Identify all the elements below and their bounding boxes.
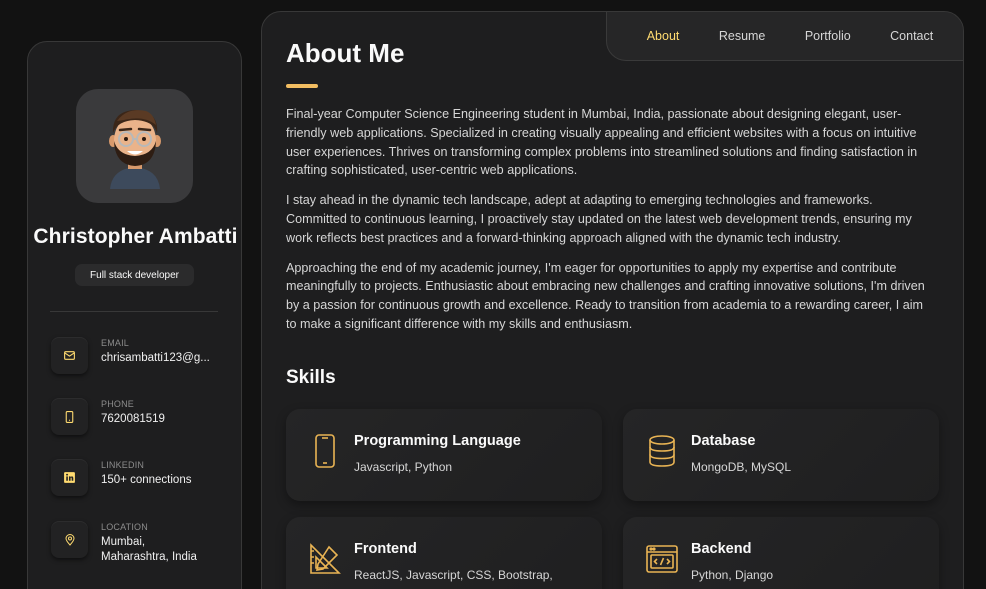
title-underline [286,84,318,88]
design-tools-icon [308,541,342,577]
skill-title: Programming Language [354,433,521,449]
main-content: About Resume Portfolio Contact About Me … [261,11,964,589]
skill-desc: Python, Django [691,568,774,582]
skill-card-backend: Backend Python, Django [623,517,939,589]
skill-desc: Javascript, Python [354,460,453,474]
nav-resume[interactable]: Resume [719,29,766,43]
skill-card-database: Database MongoDB, MySQL [623,409,939,501]
profile-name: Christopher Ambatti [33,225,238,248]
avatar [76,89,193,203]
skill-title: Database [691,433,756,449]
phone-icon [51,398,88,435]
contact-label: LINKEDIN [101,460,145,470]
location-pin-icon [51,521,88,558]
code-window-icon [645,541,679,577]
top-navbar: About Resume Portfolio Contact [606,12,963,61]
about-text: Final-year Computer Science Engineering … [286,105,936,345]
skill-title: Frontend [354,541,417,557]
nav-about[interactable]: About [647,29,680,43]
contact-location: LOCATION Mumbai, Maharashtra, India [51,521,236,563]
skill-card-frontend: Frontend ReactJS, Javascript, CSS, Boots… [286,517,602,589]
mobile-device-icon [308,433,342,469]
mail-icon [51,337,88,374]
profile-title-badge: Full stack developer [75,264,194,286]
skill-desc: ReactJS, Javascript, CSS, Bootstrap, [354,568,553,582]
memoji-avatar-icon [108,110,161,189]
skill-card-programming: Programming Language Javascript, Python [286,409,602,501]
contact-email: EMAIL chrisambatti123@g... [51,337,236,377]
contact-label: EMAIL [101,338,130,348]
database-icon [645,433,679,469]
contact-linkedin: LINKEDIN 150+ connections [51,459,236,499]
contact-phone: PHONE 7620081519 [51,398,236,438]
about-paragraph: I stay ahead in the dynamic tech landsca… [286,193,912,245]
skill-desc: MongoDB, MySQL [691,460,792,474]
about-paragraph: Final-year Computer Science Engineering … [286,107,918,178]
skills-heading: Skills [286,367,336,388]
sidebar-divider [50,311,218,312]
nav-portfolio[interactable]: Portfolio [805,29,851,43]
linkedin-icon [51,459,88,496]
linkedin-link[interactable]: 150+ connections [101,473,231,488]
contact-label: LOCATION [101,522,148,532]
about-paragraph: Approaching the end of my academic journ… [286,260,925,331]
location-value: Mumbai, Maharashtra, India [101,536,197,563]
page-title: About Me [286,38,405,68]
email-link[interactable]: chrisambatti123@g... [101,351,231,366]
contact-label: PHONE [101,399,135,409]
phone-link[interactable]: 7620081519 [101,412,231,427]
skill-title: Backend [691,541,752,557]
profile-sidebar: Christopher Ambatti Full stack developer… [27,41,242,589]
nav-contact[interactable]: Contact [890,29,933,43]
